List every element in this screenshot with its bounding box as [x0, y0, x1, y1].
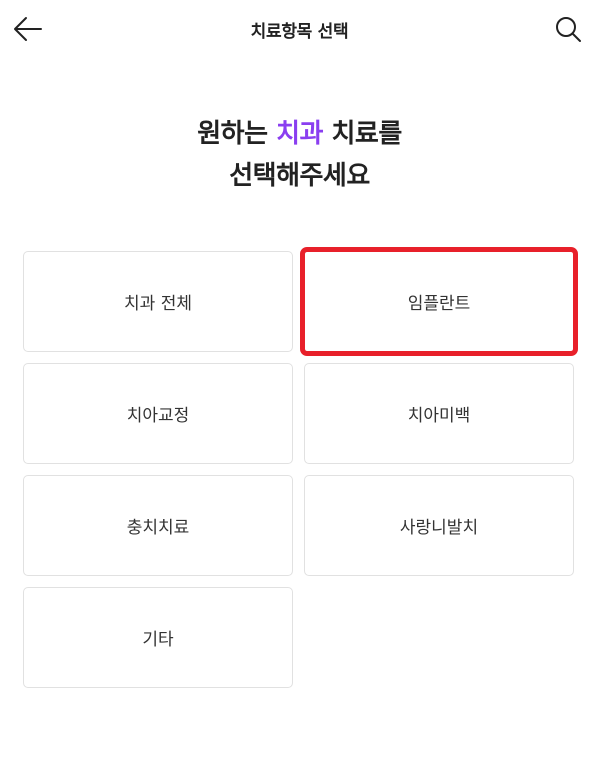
headline-pre: 원하는: [197, 119, 268, 149]
page-title: 치료항목 선택: [250, 21, 349, 42]
category-card[interactable]: 임플란트: [300, 247, 578, 356]
category-label: 임플란트: [407, 294, 471, 314]
category-grid: 치과 전체 임플란트치아교정 치아미백충치치료 사랑니발치기타: [23, 247, 578, 688]
category-card[interactable]: 치아교정: [23, 363, 293, 464]
headline: 원하는 치과 치료를 선택해주세요: [0, 113, 599, 197]
category-label: 사랑니발치: [399, 518, 479, 538]
arrow-left-icon: [14, 17, 42, 41]
category-card[interactable]: 기타: [23, 587, 293, 688]
app-header: 치료항목 선택: [0, 0, 599, 58]
back-button[interactable]: [12, 13, 44, 45]
headline-accent: 치과: [276, 119, 323, 149]
category-label: 기타: [142, 630, 174, 650]
category-card[interactable]: 치과 전체: [23, 251, 293, 352]
category-label: 치아미백: [407, 406, 471, 426]
category-label: 충치치료: [126, 518, 190, 538]
headline-line-1: 원하는 치과 치료를: [0, 113, 599, 155]
category-label: 치아교정: [126, 406, 190, 426]
headline-line-2: 선택해주세요: [229, 161, 370, 191]
category-label: 치과 전체: [124, 294, 192, 314]
category-card[interactable]: 사랑니발치: [304, 475, 574, 576]
headline-post: 치료를: [331, 119, 402, 149]
category-card[interactable]: 충치치료: [23, 475, 293, 576]
treatment-select-screen: 치료항목 선택 원하는 치과 치료를 선택해주세요 치과 전체 임플란트 치아교정 치…: [0, 0, 599, 775]
search-button[interactable]: [553, 13, 583, 45]
search-icon: [556, 17, 581, 42]
category-card[interactable]: 치아미백: [304, 363, 574, 464]
